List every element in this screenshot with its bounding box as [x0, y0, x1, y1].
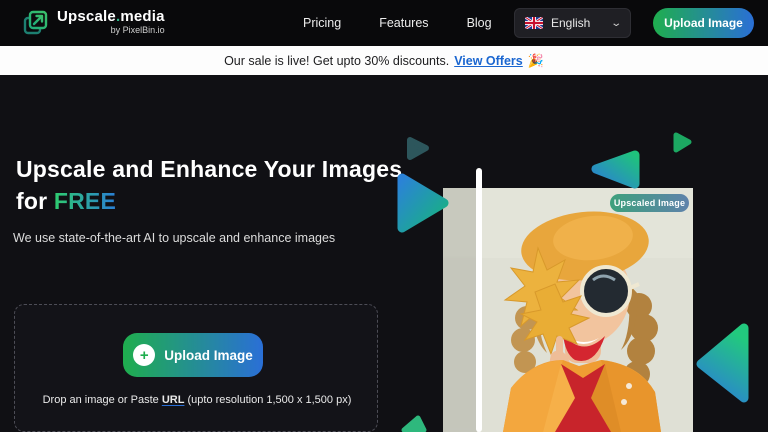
announcement-bar: Our sale is live! Get upto 30% discounts… [0, 46, 768, 75]
language-label: English [551, 16, 612, 30]
main-nav: Pricing Features Blog [303, 0, 492, 46]
upscale-logo-icon [22, 9, 50, 37]
upscaled-image-badge: Upscaled Image [610, 194, 689, 212]
header: Upscale.media by PixelBin.io Pricing Fea… [0, 0, 768, 46]
party-popper-emoji: 🎉 [528, 53, 544, 69]
drop-zone[interactable]: + Upload Image Drop an image or Paste UR… [14, 304, 378, 432]
nav-blog[interactable]: Blog [467, 16, 492, 30]
hero-upload-label: Upload Image [164, 348, 253, 363]
drop-instructions: Drop an image or Paste URL (upto resolut… [42, 389, 352, 411]
free-highlight: FREE [54, 188, 116, 214]
header-upload-image-button[interactable]: Upload Image [653, 8, 754, 38]
view-offers-link[interactable]: View Offers [454, 54, 523, 68]
before-image-strip [443, 188, 477, 432]
comparison-slider-handle[interactable] [476, 168, 482, 432]
plus-icon: + [133, 344, 155, 366]
chevron-down-icon: ⌄ [610, 18, 622, 29]
uk-flag-icon [525, 17, 543, 29]
hero-upload-image-button[interactable]: + Upload Image [123, 333, 263, 377]
announcement-text: Our sale is live! Get upto 30% discounts… [224, 54, 449, 68]
logo[interactable]: Upscale.media by PixelBin.io [22, 8, 165, 37]
nav-features[interactable]: Features [379, 16, 428, 30]
nav-pricing[interactable]: Pricing [303, 16, 341, 30]
upscale-media-landing-page: Upscale.media by PixelBin.io Pricing Fea… [0, 0, 768, 432]
paste-url-link[interactable]: URL [162, 394, 185, 406]
hero-heading: Upscale and Enhance Your Images for FREE [16, 153, 416, 217]
logo-title: Upscale.media [57, 8, 165, 25]
logo-subtitle: by PixelBin.io [111, 25, 165, 36]
language-selector[interactable]: English ⌄ [514, 8, 631, 38]
hero-subtitle: We use state-of-the-art AI to upscale an… [13, 231, 335, 245]
